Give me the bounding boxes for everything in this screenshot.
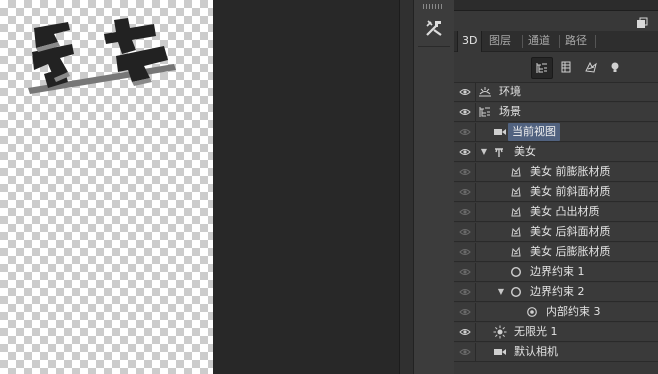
mesh-filter-icon[interactable] <box>556 57 576 77</box>
collapsed-panel-strip <box>413 0 455 374</box>
eye-icon[interactable] <box>454 243 476 261</box>
tab-divider <box>595 35 596 48</box>
layer-label: 内部约束 3 <box>546 305 601 318</box>
eye-icon[interactable] <box>454 203 476 221</box>
layer-label: 边界约束 2 <box>530 285 585 298</box>
grip-icon[interactable] <box>423 4 443 9</box>
tools-icon[interactable] <box>420 14 448 42</box>
panel-menu-bar <box>454 11 658 29</box>
layer-label: 美女 凸出材质 <box>530 205 600 218</box>
layer-label: 环境 <box>499 85 521 98</box>
eye-icon[interactable] <box>454 223 476 241</box>
inner-constraint-icon <box>524 304 540 320</box>
layer-label: 美女 前膨胀材质 <box>530 165 611 178</box>
document-canvas[interactable] <box>0 0 213 374</box>
layer-list: 环境 场景 当前视图 ▼ 美女 美女 前膨胀材质 美女 前斜面材质 美女 凸出材… <box>454 83 658 374</box>
material-icon <box>508 164 524 180</box>
scene-icon <box>477 104 493 120</box>
layer-row[interactable]: ▼ 边界约束 2 <box>454 283 658 302</box>
layer-row[interactable]: ▼ 美女 <box>454 143 658 162</box>
layer-label: 美女 后斜面材质 <box>530 225 611 238</box>
layer-row[interactable]: 当前视图 <box>454 123 658 142</box>
eye-icon[interactable] <box>454 123 476 141</box>
eye-icon[interactable] <box>454 263 476 281</box>
layer-row[interactable]: 无限光 1 <box>454 323 658 342</box>
scene-filter-icon[interactable] <box>531 57 553 79</box>
material-icon <box>508 204 524 220</box>
layer-label: 边界约束 1 <box>530 265 585 278</box>
layer-row[interactable]: 美女 后斜面材质 <box>454 223 658 242</box>
eye-icon[interactable] <box>454 103 476 121</box>
layer-label: 美女 <box>514 145 536 158</box>
eye-icon[interactable] <box>454 343 476 361</box>
constraint-icon <box>508 264 524 280</box>
tab-paths[interactable]: 路径 <box>561 31 591 51</box>
mesh-icon <box>491 144 507 160</box>
panel-tabs: 3D 图层 通道 路径 <box>454 31 658 52</box>
layer-row[interactable]: 场景 <box>454 103 658 122</box>
constraint-icon <box>508 284 524 300</box>
eye-icon[interactable] <box>454 143 476 161</box>
layer-label: 美女 后膨胀材质 <box>530 245 611 258</box>
infinite-light-icon <box>492 324 508 340</box>
material-icon <box>508 244 524 260</box>
layer-row[interactable]: 美女 前膨胀材质 <box>454 163 658 182</box>
workspace-background <box>213 0 399 374</box>
camera-icon <box>492 124 508 140</box>
layer-label: 无限光 1 <box>514 325 558 338</box>
eye-icon[interactable] <box>454 303 476 321</box>
panel-menu-icon[interactable] <box>636 14 648 28</box>
layer-row[interactable]: 美女 凸出材质 <box>454 203 658 222</box>
eye-icon[interactable] <box>454 283 476 301</box>
material-icon <box>508 184 524 200</box>
eye-icon[interactable] <box>454 323 476 341</box>
environment-icon <box>477 84 493 100</box>
layer-row[interactable]: 默认相机 <box>454 343 658 362</box>
layer-label: 美女 前斜面材质 <box>530 185 611 198</box>
layer-row[interactable]: 美女 后膨胀材质 <box>454 243 658 262</box>
layer-row[interactable]: 内部约束 3 <box>454 303 658 322</box>
expand-arrow-icon[interactable]: ▼ <box>479 143 489 161</box>
expand-arrow-icon[interactable]: ▼ <box>496 283 506 301</box>
layer-row[interactable]: 美女 前斜面材质 <box>454 183 658 202</box>
material-icon <box>508 224 524 240</box>
layer-row[interactable]: 环境 <box>454 83 658 102</box>
tab-layers[interactable]: 图层 <box>485 31 515 51</box>
divider <box>418 46 450 47</box>
layer-label: 场景 <box>499 105 521 118</box>
eye-icon[interactable] <box>454 163 476 181</box>
camera-icon <box>492 344 508 360</box>
tab-divider <box>559 35 560 48</box>
layer-label: 默认相机 <box>514 345 558 358</box>
3d-panel: 3D 图层 通道 路径 环境 场景 当前视图 ▼ 美女 美女 前膨胀材质 美女 … <box>454 0 658 374</box>
layer-label: 当前视图 <box>508 123 560 141</box>
tab-divider <box>522 35 523 48</box>
eye-icon[interactable] <box>454 83 476 101</box>
material-filter-icon[interactable] <box>581 57 601 77</box>
layer-row[interactable]: 边界约束 1 <box>454 263 658 282</box>
3d-text-artwork <box>28 18 176 94</box>
tab-channels[interactable]: 通道 <box>524 31 554 51</box>
tab-3d[interactable]: 3D <box>457 31 483 52</box>
panel-title-bar <box>454 0 658 11</box>
filter-bar <box>454 52 658 83</box>
eye-icon[interactable] <box>454 183 476 201</box>
light-filter-icon[interactable] <box>605 57 625 77</box>
workspace-edge <box>399 0 414 374</box>
